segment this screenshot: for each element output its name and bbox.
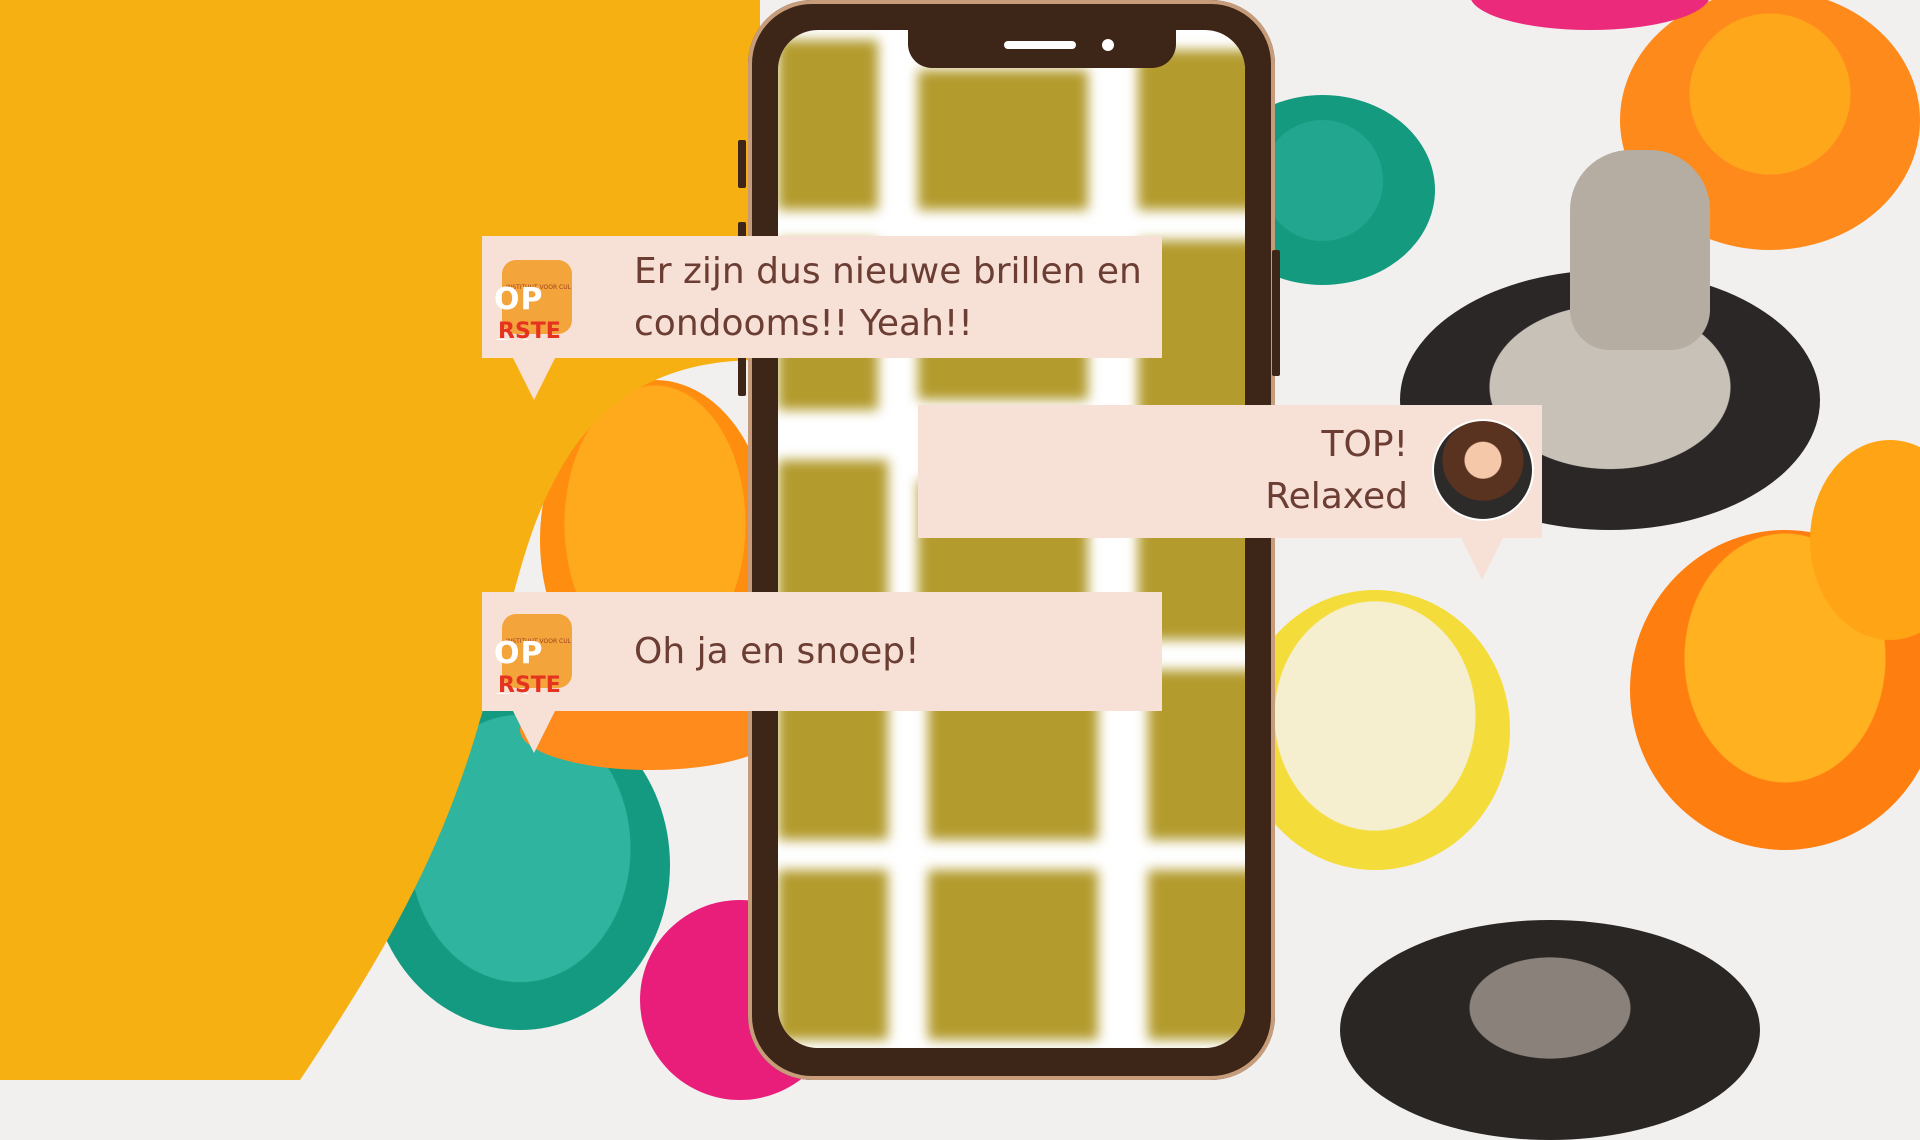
message-text: Oh ja en snoep! (634, 626, 920, 678)
message-line: condooms!! Yeah!! (634, 303, 973, 344)
blurred-tile (778, 870, 888, 1040)
phone-speaker (1004, 41, 1076, 49)
message-line: Er zijn dus nieuwe brillen en (634, 251, 1142, 292)
logo-line-2: RSTE (498, 319, 561, 340)
org-logo: INSTITUUT VOOR CUL OP DI RSTE (494, 254, 580, 340)
blurred-tile (928, 870, 1098, 1040)
message-bubble-2: TOP! Relaxed (918, 405, 1542, 538)
message-line: TOP! (1321, 424, 1408, 465)
bubble-tail-2 (1460, 536, 1504, 580)
bubble-tail-1 (512, 356, 556, 400)
blurred-tile (1148, 870, 1245, 1040)
blurred-tile (1148, 670, 1245, 840)
blurred-tile (918, 70, 1088, 210)
blurred-tile (1138, 50, 1245, 210)
message-text: Er zijn dus nieuwe brillen en condooms!!… (634, 246, 1142, 350)
yellow-wave-path (0, 0, 760, 1080)
phone-frame (738, 0, 1280, 1080)
phone-button-top (738, 140, 746, 188)
org-logo: INSTITUUT VOOR CUL OP DI RSTE (494, 608, 580, 694)
phone-button-right (1272, 250, 1280, 376)
phone-screen (778, 30, 1245, 1048)
user-avatar (1432, 419, 1534, 521)
message-bubble-3: INSTITUUT VOOR CUL OP DI RSTE Oh ja en s… (482, 592, 1162, 711)
message-line: Relaxed (1265, 476, 1408, 517)
blurred-tile (778, 40, 878, 210)
message-line: Oh ja en snoep! (634, 631, 920, 672)
phone-camera (1102, 39, 1114, 51)
blurred-tile (928, 690, 1098, 840)
message-bubble-1: INSTITUUT VOOR CUL OP DI RSTE Er zijn du… (482, 236, 1162, 358)
message-text: TOP! Relaxed (1265, 419, 1408, 523)
phone-notch (908, 30, 1176, 68)
bubble-tail-3 (512, 709, 556, 753)
logo-line-2: RSTE (498, 673, 561, 694)
